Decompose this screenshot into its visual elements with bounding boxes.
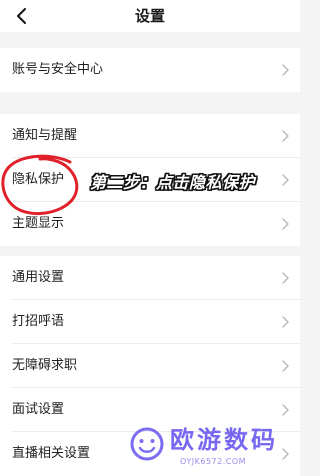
chevron-right-icon: [282, 218, 289, 230]
watermark-subtitle: OYJK6572.COM: [180, 457, 247, 466]
chevron-right-icon: [282, 64, 289, 76]
chevron-right-icon: [282, 174, 289, 186]
watermark-logo-icon: [130, 427, 164, 461]
settings-item-general[interactable]: 通用设置: [0, 256, 300, 300]
chevron-right-icon: [282, 404, 289, 416]
top-bar: 设置: [0, 0, 300, 32]
step-annotation: 第二步：点击隐私保护: [90, 173, 256, 192]
settings-item-greeting[interactable]: 打招呼语: [0, 300, 300, 344]
settings-item-accessibility[interactable]: 无障碍求职: [0, 344, 300, 388]
settings-item-label: 打招呼语: [12, 314, 65, 329]
chevron-right-icon: [282, 272, 289, 284]
settings-item-label: 通用设置: [12, 270, 65, 285]
chevron-right-icon: [282, 360, 289, 372]
settings-item-account-security[interactable]: 账号与安全中心: [0, 48, 300, 92]
settings-item-label: 面试设置: [12, 402, 65, 417]
highlight-circle: [1, 154, 79, 215]
watermark-title: 欧游数码: [170, 426, 278, 454]
settings-item-label: 直播相关设置: [12, 446, 91, 461]
page-title: 设置: [134, 7, 165, 25]
chevron-right-icon: [282, 130, 289, 142]
settings-item-label: 账号与安全中心: [12, 62, 104, 77]
chevron-right-icon: [282, 316, 289, 328]
settings-item-label: 无障碍求职: [12, 358, 78, 373]
